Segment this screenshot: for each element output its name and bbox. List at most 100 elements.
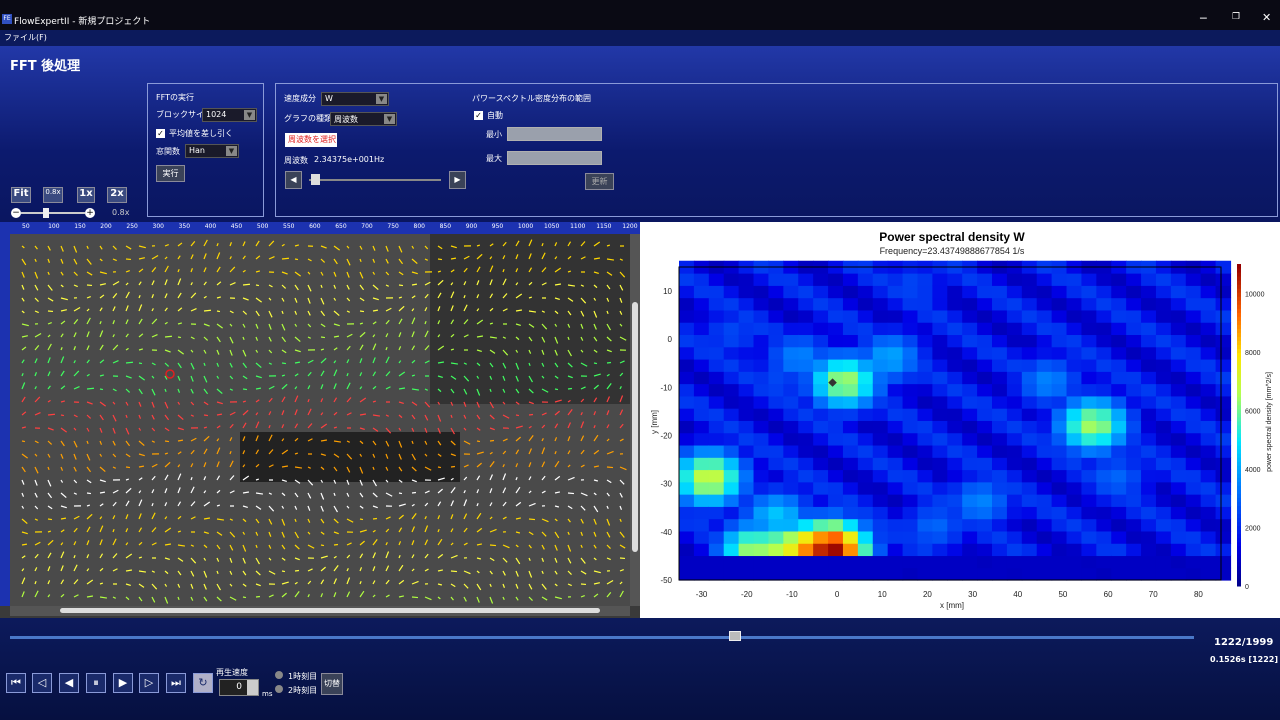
heatmap-cell xyxy=(1155,358,1172,372)
heatmap-cell xyxy=(1155,567,1172,581)
window-select[interactable]: Han ▼ xyxy=(185,144,239,158)
heatmap-cell xyxy=(857,444,874,458)
zoom-slider[interactable] xyxy=(21,212,85,214)
heatmap-cell xyxy=(738,518,755,532)
heatmap-cell xyxy=(1021,420,1038,434)
heatmap-cell xyxy=(1006,506,1023,520)
colorbar-segment xyxy=(1237,529,1241,535)
loop-icon: ↻ xyxy=(198,676,208,689)
vector-field-canvas[interactable] xyxy=(10,234,630,606)
heatmap-cell xyxy=(753,481,770,495)
heatmap-cell xyxy=(708,444,725,458)
heatmap-cell xyxy=(1066,420,1083,434)
psd-chart[interactable]: Power spectral density W Frequency=23.43… xyxy=(640,222,1280,618)
frequency-slider[interactable] xyxy=(309,179,441,181)
heatmap-cell xyxy=(1200,395,1217,409)
option-time1[interactable]: 1時刻目 xyxy=(275,671,317,682)
heatmap-cell xyxy=(1051,358,1068,372)
zoom-slider-thumb[interactable] xyxy=(43,208,49,218)
heatmap-cell xyxy=(1155,371,1172,385)
timeline-thumb[interactable] xyxy=(728,631,741,641)
block-size-select[interactable]: 1024 ▼ xyxy=(202,108,257,122)
heatmap-cell xyxy=(902,408,919,421)
heatmap-cell xyxy=(842,383,859,397)
colorbar-segment xyxy=(1237,557,1241,563)
heatmap-cell xyxy=(1021,408,1038,421)
colorbar-segment xyxy=(1237,533,1241,539)
heatmap-cell xyxy=(962,494,978,507)
heatmap-cell xyxy=(1126,420,1142,434)
velocity-vector xyxy=(125,466,131,469)
first-frame-button[interactable]: ⏮ xyxy=(6,673,26,693)
close-icon[interactable]: ✕ xyxy=(1262,11,1271,24)
heatmap-cell xyxy=(917,567,933,581)
heatmap-cell xyxy=(932,383,948,397)
heatmap-cell xyxy=(1111,530,1127,544)
timeline-slider[interactable] xyxy=(10,636,1194,639)
heatmap-cell xyxy=(828,309,844,323)
heatmap-cell xyxy=(992,273,1008,286)
vertical-scroll-thumb[interactable] xyxy=(632,302,638,552)
pause-button[interactable]: ⏸ xyxy=(86,673,106,693)
min-field[interactable] xyxy=(507,127,602,141)
velocity-vector xyxy=(216,413,223,416)
heatmap-cell xyxy=(1185,334,1202,348)
select-frequency-button[interactable]: 周波数を選択 xyxy=(285,133,337,147)
heatmap-cell xyxy=(1141,285,1157,299)
graph-type-select[interactable]: 周波数 ▼ xyxy=(330,112,397,126)
ruler-tick-label: 900 xyxy=(465,223,478,230)
update-button[interactable]: 更新 xyxy=(585,173,614,190)
frequency-slider-thumb[interactable] xyxy=(311,174,320,185)
speed-stepper[interactable] xyxy=(247,680,258,695)
velocity-select[interactable]: W ▼ xyxy=(321,92,389,106)
play-button[interactable]: ▶ xyxy=(113,673,133,693)
prev-frequency-button[interactable]: ◀ xyxy=(285,171,302,189)
zoom-fit-button[interactable]: Fit xyxy=(11,187,31,203)
run-button[interactable]: 実行 xyxy=(156,165,185,182)
heatmap-cell xyxy=(753,322,770,336)
switch-button[interactable]: 切替 xyxy=(321,673,343,695)
zoom-2x-button[interactable]: 2x xyxy=(107,187,127,203)
zoom-out-icon[interactable]: − xyxy=(11,208,21,218)
heatmap-cell xyxy=(992,383,1008,397)
colorbar-segment xyxy=(1237,376,1241,382)
heatmap-cell xyxy=(902,555,919,569)
image-view[interactable]: 50 100 150 200 250 300 350 400 450 500 550 600 650 70… xyxy=(0,222,640,618)
minimize-icon[interactable]: ─ xyxy=(1200,12,1207,25)
maximize-icon[interactable]: ❐ xyxy=(1232,12,1240,22)
horizontal-scroll-thumb[interactable] xyxy=(60,608,600,613)
zoom-08-button[interactable]: 0.8x xyxy=(43,187,63,203)
step-forward-button[interactable]: ▷ xyxy=(139,673,159,693)
radio-icon xyxy=(275,671,283,679)
zoom-in-icon[interactable]: + xyxy=(85,208,95,218)
heatmap-cell xyxy=(723,432,740,446)
heatmap-cell xyxy=(1200,371,1217,385)
heatmap-cell xyxy=(962,457,978,471)
last-frame-button[interactable]: ⏭ xyxy=(166,673,186,693)
heatmap-cell xyxy=(828,383,844,397)
heatmap-cell xyxy=(1141,518,1157,532)
chart-title: Power spectral density W xyxy=(879,230,1025,244)
play-reverse-button[interactable]: ◀ xyxy=(59,673,79,693)
subtract-mean-checkbox[interactable]: ✓ 平均値を差し引く xyxy=(156,128,233,139)
heatmap-cell xyxy=(917,297,933,311)
loop-button[interactable]: ↻ xyxy=(193,673,213,693)
heatmap-cell xyxy=(1096,444,1112,458)
heatmap-cell xyxy=(872,371,889,385)
heatmap-cell xyxy=(1170,346,1187,360)
next-frequency-button[interactable]: ▶ xyxy=(449,171,466,189)
step-back-button[interactable]: ◁ xyxy=(32,673,52,693)
menu-file[interactable]: ファイル(F) xyxy=(4,32,47,43)
auto-checkbox[interactable]: ✓ 自動 xyxy=(474,110,503,121)
heatmap-cell xyxy=(828,408,844,421)
heatmap-cell xyxy=(783,457,799,471)
heatmap-cell xyxy=(753,555,770,569)
max-field[interactable] xyxy=(507,151,602,165)
option-time2[interactable]: 2時刻目 xyxy=(275,685,317,696)
heatmap-cell xyxy=(932,297,948,311)
heatmap-cell xyxy=(828,358,844,372)
heatmap-cell xyxy=(693,285,710,299)
heatmap-cell xyxy=(1066,444,1083,458)
heatmap-cell xyxy=(1185,518,1202,532)
zoom-1x-button[interactable]: 1x xyxy=(77,187,95,203)
